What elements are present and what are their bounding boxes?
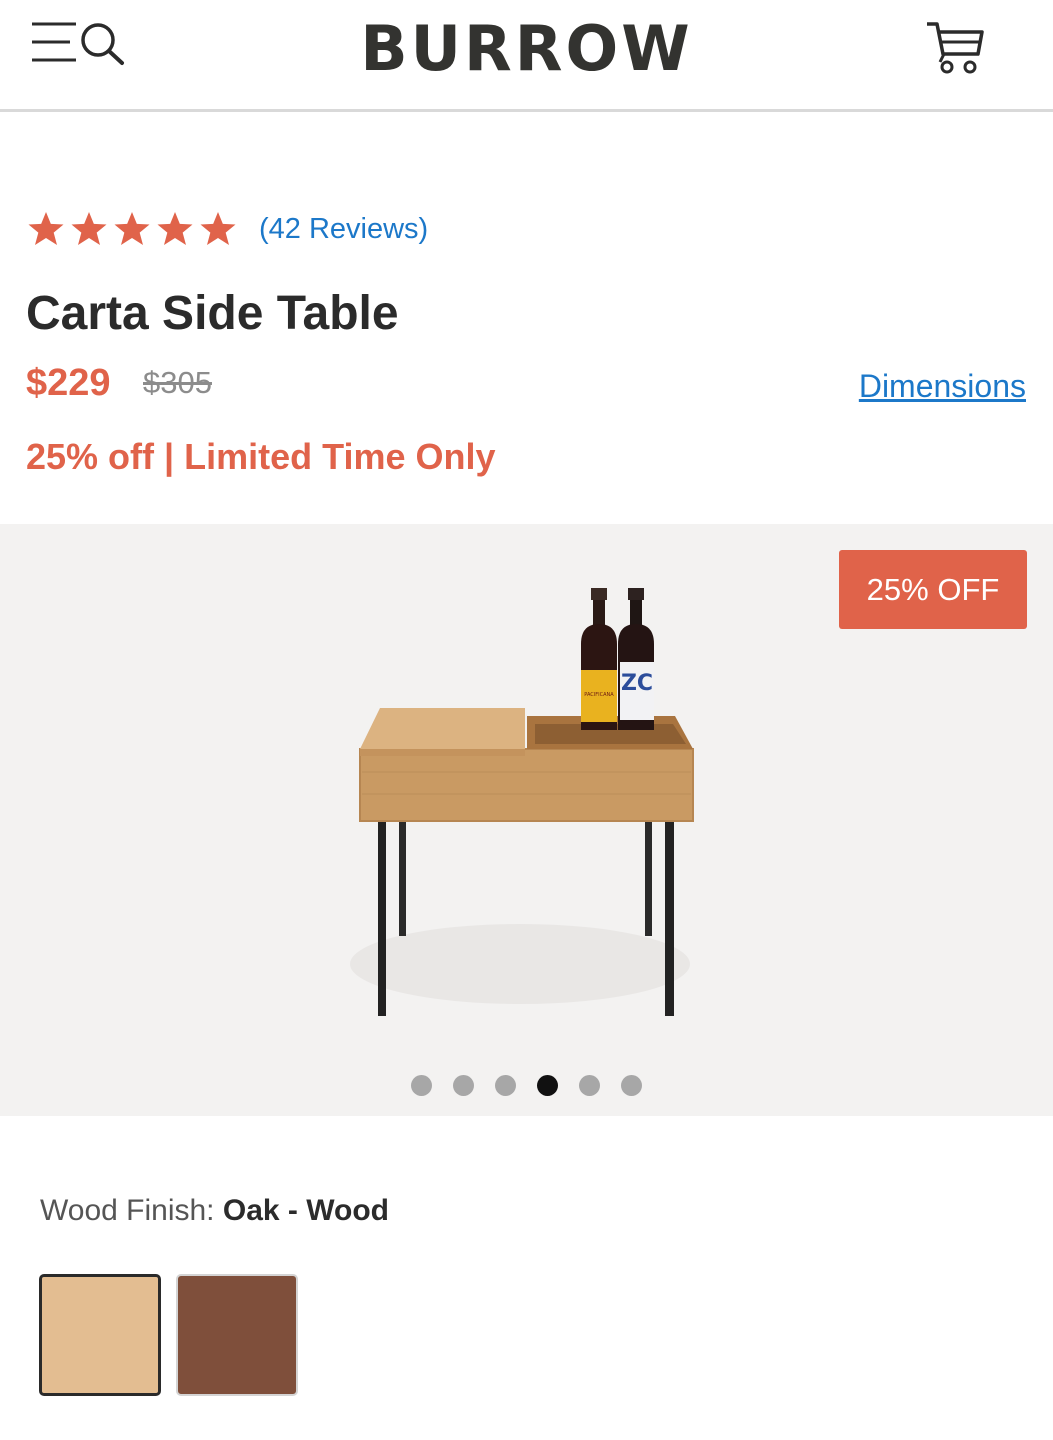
sale-price: $229 bbox=[26, 362, 111, 404]
product-rating: (42 Reviews) bbox=[26, 205, 428, 253]
cart-icon[interactable] bbox=[924, 18, 986, 76]
gallery-dot[interactable] bbox=[411, 1074, 432, 1096]
star-icon bbox=[71, 212, 107, 245]
wine-bottle-2: ZC bbox=[618, 588, 654, 730]
gallery-dot[interactable] bbox=[537, 1074, 558, 1096]
product-title: Carta Side Table bbox=[26, 287, 399, 340]
svg-text:PACIFICANA: PACIFICANA bbox=[584, 692, 614, 698]
svg-text:ZC: ZC bbox=[621, 671, 653, 696]
gallery-dot[interactable] bbox=[495, 1074, 516, 1096]
swatch-walnut[interactable] bbox=[176, 1274, 298, 1396]
site-header: BURROW bbox=[0, 0, 1053, 112]
star-icon bbox=[157, 212, 193, 245]
star-icon bbox=[114, 212, 150, 245]
star-icon bbox=[200, 212, 236, 245]
reviews-link[interactable]: (42 Reviews) bbox=[259, 213, 428, 246]
promo-text: 25% off | Limited Time Only bbox=[26, 436, 496, 477]
discount-badge: 25% OFF bbox=[839, 550, 1027, 629]
wine-bottle-1: PACIFICANA bbox=[581, 588, 617, 730]
swatch-oak[interactable] bbox=[39, 1274, 161, 1396]
gallery-dot[interactable] bbox=[453, 1074, 474, 1096]
star-icon bbox=[28, 212, 64, 245]
gallery-dot[interactable] bbox=[579, 1074, 600, 1096]
gallery-dot[interactable] bbox=[621, 1074, 642, 1096]
wood-finish-label: Wood Finish: Oak - Wood bbox=[40, 1194, 389, 1228]
wood-finish-selected: Oak - Wood bbox=[222, 1194, 389, 1227]
wood-finish-title: Wood Finish: bbox=[40, 1194, 215, 1227]
original-price: $305 bbox=[143, 365, 212, 400]
rating-stars bbox=[26, 209, 241, 249]
product-gallery[interactable]: PACIFICANA ZC 25% OFF bbox=[0, 524, 1053, 1116]
gallery-pagination bbox=[0, 1074, 1053, 1096]
dimensions-link[interactable]: Dimensions bbox=[859, 368, 1026, 405]
brand-logo[interactable]: BURROW bbox=[0, 12, 1053, 85]
